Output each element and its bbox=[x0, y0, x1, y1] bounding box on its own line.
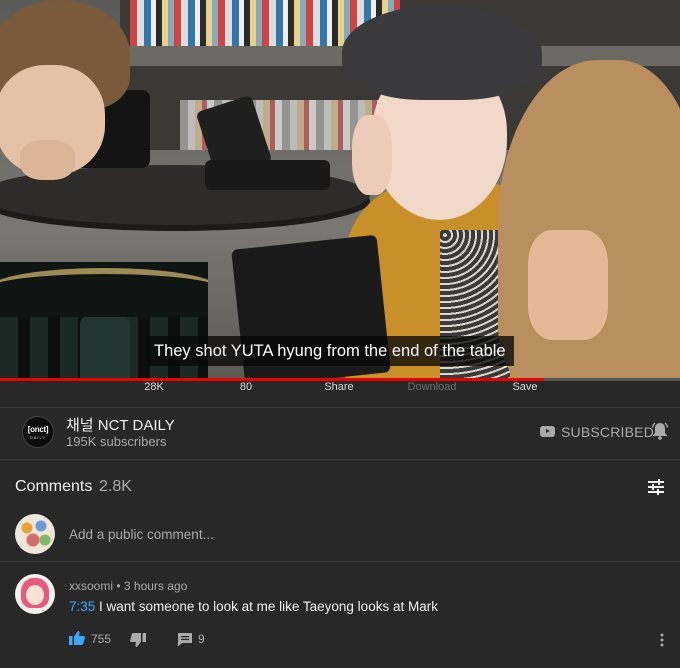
person-center-beret bbox=[342, 5, 542, 100]
video-actions: 28K 80 Share Download Save bbox=[0, 381, 680, 407]
comment-time: 3 hours ago bbox=[123, 579, 188, 593]
comments-count: 2.8K bbox=[99, 478, 132, 495]
download-button[interactable]: Download bbox=[397, 381, 467, 393]
add-comment-input[interactable] bbox=[69, 527, 629, 542]
more-options-icon[interactable] bbox=[659, 632, 665, 648]
comment-timestamp-link[interactable]: 7:35 bbox=[69, 599, 95, 614]
video-player[interactable]: They shot YUTA hyung from the end of the… bbox=[0, 0, 680, 380]
person-left-hand bbox=[20, 140, 75, 180]
commenter-avatar[interactable] bbox=[15, 574, 55, 614]
divider bbox=[0, 459, 680, 460]
subscriber-count: 195K subscribers bbox=[66, 434, 167, 449]
channel-logo-subtext: DAILY bbox=[29, 435, 47, 440]
user-avatar bbox=[15, 514, 55, 554]
subscribed-button[interactable]: SUBSCRIBED bbox=[561, 424, 654, 440]
youtube-icon bbox=[540, 426, 555, 437]
channel-logo-text: [onct] bbox=[27, 425, 49, 434]
device-recorder bbox=[205, 160, 330, 190]
share-button[interactable]: Share bbox=[304, 381, 374, 393]
inset-arch bbox=[0, 268, 208, 308]
comment-meta-separator: • bbox=[116, 579, 124, 593]
inset-chair bbox=[80, 317, 130, 380]
thumbs-up-icon[interactable] bbox=[69, 630, 85, 645]
person-center-hand bbox=[352, 115, 392, 195]
divider bbox=[0, 407, 680, 408]
comment-author[interactable]: xxsoomi bbox=[69, 579, 113, 593]
person-right-neck bbox=[528, 230, 608, 340]
comment-like-count: 755 bbox=[91, 632, 112, 646]
like-button[interactable]: 28K bbox=[119, 381, 189, 393]
comment-body: I want someone to look at me like Taeyon… bbox=[95, 599, 438, 614]
save-button[interactable]: Save bbox=[490, 381, 560, 393]
bell-icon[interactable] bbox=[650, 421, 670, 445]
bell-icon-svg bbox=[651, 422, 669, 440]
video-subtitle: They shot YUTA hyung from the end of the… bbox=[146, 336, 514, 366]
comment-text: 7:35 I want someone to look at me like T… bbox=[69, 599, 438, 614]
reply-icon[interactable] bbox=[177, 632, 193, 647]
thumbs-down-icon[interactable] bbox=[130, 633, 146, 648]
comment-reply-count: 9 bbox=[198, 632, 205, 646]
divider bbox=[0, 561, 680, 562]
sort-icon[interactable] bbox=[647, 478, 665, 496]
avatar-face bbox=[26, 585, 44, 605]
channel-name[interactable]: 채널 NCT DAILY bbox=[66, 414, 175, 435]
comment-meta: xxsoomi • 3 hours ago bbox=[69, 579, 187, 593]
channel-avatar[interactable]: [onct] DAILY bbox=[22, 416, 54, 448]
dislike-button[interactable]: 80 bbox=[211, 381, 281, 393]
comments-title: Comments bbox=[15, 478, 93, 495]
